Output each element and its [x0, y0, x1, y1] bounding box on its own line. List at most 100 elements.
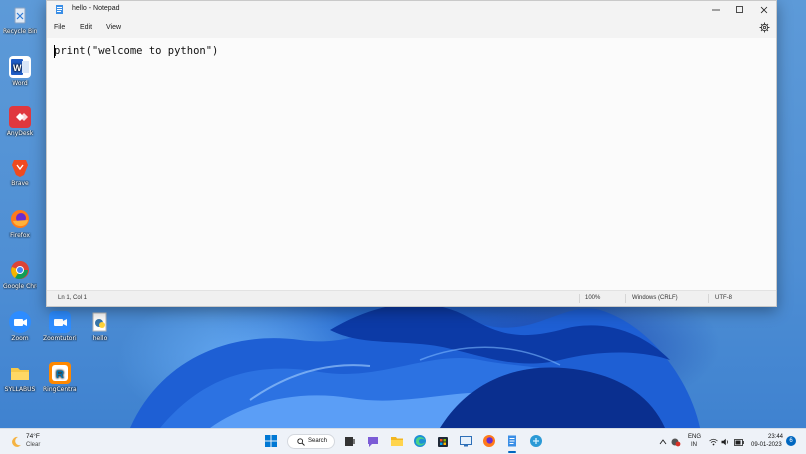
notification-badge[interactable]: 6 — [786, 436, 796, 446]
zoom-icon — [9, 311, 31, 333]
antivirus-icon[interactable] — [671, 437, 681, 447]
svg-text:R: R — [56, 369, 64, 381]
menu-file[interactable]: File — [54, 24, 65, 31]
store-button[interactable] — [436, 434, 450, 448]
chevron-up-icon[interactable] — [659, 438, 667, 446]
desktop-icon-brave[interactable]: Brave — [3, 156, 37, 187]
notepad-window[interactable]: hello - Notepad File Edit View print("we… — [46, 0, 777, 307]
weather-temp: 74°F — [26, 433, 40, 440]
desktop-icon-chrome[interactable]: Google Chrome — [3, 259, 37, 290]
menu-edit[interactable]: Edit — [80, 24, 92, 31]
desktop-icon-zoom-tutorial[interactable]: Zoomtutorial... — [43, 311, 77, 342]
notepad-icon — [508, 435, 516, 447]
desktop-icon-label: Zoom — [11, 335, 29, 342]
task-view-button[interactable] — [343, 434, 357, 448]
firefox-icon — [483, 435, 495, 447]
encoding: UTF-8 — [715, 295, 732, 301]
start-button[interactable] — [264, 434, 278, 448]
desktop-icon-zoom[interactable]: Zoom — [3, 311, 37, 342]
menu-view[interactable]: View — [106, 24, 121, 31]
zoom-level: 100% — [585, 295, 601, 301]
weather-widget[interactable]: 74°F Clear — [8, 432, 68, 452]
wifi-icon[interactable] — [709, 438, 718, 446]
python-idle-icon — [530, 435, 542, 447]
python-file-icon — [89, 311, 111, 333]
desktop-icon-label: RingCentral — [43, 386, 77, 393]
desktop-icon-recycle-bin[interactable]: Recycle Bin — [3, 4, 37, 35]
taskbar-search[interactable]: Search — [287, 434, 335, 449]
teams-chat-button[interactable] — [366, 434, 380, 448]
settings-gear-icon[interactable] — [759, 22, 770, 33]
zoom-icon — [49, 311, 71, 333]
svg-text:W: W — [13, 63, 22, 73]
desktop-icon-label: Zoomtutorial... — [43, 335, 77, 342]
cursor-position: Ln 1, Col 1 — [58, 295, 88, 301]
desktop-icon-label: Google Chrome — [3, 283, 37, 290]
task-view-icon — [345, 437, 355, 446]
firefox-icon — [9, 208, 31, 230]
line-ending: Windows (CRLF) — [632, 295, 678, 301]
desktop-icon-anydesk[interactable]: AnyDesk — [3, 106, 37, 137]
notepad-taskbar-button[interactable] — [505, 434, 519, 448]
maximize-button[interactable] — [727, 1, 753, 18]
weather-condition: Clear — [26, 442, 41, 448]
desktop-icon-firefox[interactable]: Firefox — [3, 208, 37, 239]
status-bar: Ln 1, Col 1 100% Windows (CRLF) UTF-8 — [47, 290, 776, 306]
edge-icon — [414, 435, 426, 447]
taskbar: 74°F Clear Search ENG IN 23:44 09-01-202… — [0, 428, 806, 454]
desktop-icon-hello[interactable]: hello — [83, 311, 117, 342]
edge-button[interactable] — [413, 434, 427, 448]
close-icon — [760, 6, 768, 13]
firefox-taskbar-button[interactable] — [482, 434, 496, 448]
close-button[interactable] — [751, 1, 777, 18]
language-code[interactable]: ENG — [688, 434, 701, 440]
desktop-icon-label: Word — [12, 80, 28, 87]
editor-content[interactable]: print("welcome to python") — [54, 45, 218, 57]
maximize-icon — [736, 5, 743, 13]
monitor-icon — [460, 436, 472, 447]
search-label: Search — [308, 438, 328, 444]
status-divider — [579, 294, 580, 303]
remote-desktop-button[interactable] — [459, 434, 473, 448]
status-divider — [708, 294, 709, 303]
window-title: hello - Notepad — [72, 5, 120, 12]
clock-time[interactable]: 23:44 — [768, 434, 783, 440]
search-icon — [297, 438, 305, 446]
clock-date[interactable]: 09-01-2023 — [751, 442, 782, 448]
file-explorer-button[interactable] — [390, 434, 404, 448]
chat-icon — [368, 437, 378, 447]
anydesk-icon — [9, 106, 31, 128]
minimize-icon — [712, 9, 720, 10]
desktop-icon-label: Brave — [11, 180, 29, 187]
battery-icon[interactable] — [734, 439, 744, 446]
text-caret — [54, 45, 55, 58]
speaker-icon[interactable] — [721, 438, 730, 446]
desktop-icon-label: Firefox — [10, 232, 30, 239]
desktop-icon-ringcentral[interactable]: R RingCentral — [43, 362, 77, 393]
title-bar[interactable]: hello - Notepad — [47, 1, 776, 18]
word-icon: W — [9, 56, 31, 78]
desktop-icon-syllabus[interactable]: SYLLABUS — [3, 362, 37, 393]
brave-icon — [9, 156, 31, 178]
menu-bar: File Edit View — [47, 18, 776, 38]
folder-icon — [391, 437, 403, 446]
chrome-icon — [9, 259, 31, 281]
desktop-icon-label: SYLLABUS — [4, 386, 36, 393]
recycle-bin-icon — [9, 4, 31, 26]
notification-count: 6 — [789, 438, 793, 444]
store-icon — [438, 437, 448, 447]
desktop-icon-label: Recycle Bin — [3, 28, 37, 35]
moon-icon — [12, 436, 21, 447]
desktop-icon-label: AnyDesk — [6, 130, 34, 137]
ringcentral-icon: R — [49, 362, 71, 384]
desktop-icon-word[interactable]: W Word — [3, 56, 37, 87]
desktop-icon-label: hello — [92, 335, 108, 342]
notepad-app-icon — [56, 5, 63, 14]
minimize-button[interactable] — [703, 1, 729, 18]
status-divider — [625, 294, 626, 303]
region-code[interactable]: IN — [691, 442, 697, 448]
python-idle-button[interactable] — [529, 434, 543, 448]
windows-logo-icon — [265, 435, 277, 447]
text-editor[interactable]: print("welcome to python") — [47, 38, 776, 291]
folder-icon — [9, 362, 31, 384]
